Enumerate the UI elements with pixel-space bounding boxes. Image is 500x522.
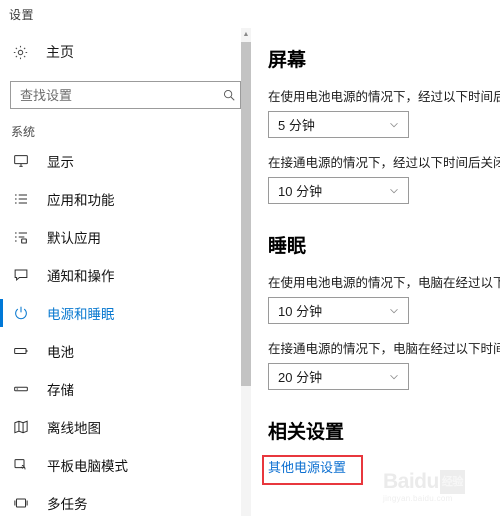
sidebar-item-battery[interactable]: 电池 (0, 332, 249, 370)
screen-battery-label: 在使用电池电源的情况下，经过以下时间后关闭 (268, 90, 500, 104)
sidebar-item-home[interactable]: 主页 (0, 35, 249, 69)
sidebar-home-label: 主页 (46, 44, 74, 60)
sidebar-item-offline-maps[interactable]: 离线地图 (0, 408, 249, 446)
screen-battery-timeout-dropdown[interactable]: 5 分钟 (268, 111, 409, 138)
section-heading-sleep: 睡眠 (268, 236, 307, 257)
gear-icon (11, 43, 30, 62)
dropdown-value: 5 分钟 (278, 118, 315, 133)
search-input[interactable] (11, 82, 218, 108)
chevron-down-icon (380, 119, 408, 131)
sidebar-item-label: 电池 (47, 345, 74, 360)
default-app-icon (11, 227, 31, 247)
screen-plugged-label: 在接通电源的情况下，经过以下时间后关闭 (268, 156, 500, 170)
search-box[interactable] (10, 81, 241, 109)
window-titlebar: 设置 (0, 0, 500, 28)
sleep-plugged-label: 在接通电源的情况下，电脑在经过以下时间后进入睡眠状态 (268, 342, 500, 356)
chevron-down-icon (380, 185, 408, 197)
storage-icon (11, 379, 31, 399)
scrollbar-thumb[interactable] (241, 42, 251, 386)
sidebar-item-label: 默认应用 (47, 231, 101, 246)
sidebar-scrollbar[interactable]: ▲ (241, 28, 251, 516)
dropdown-value: 10 分钟 (278, 304, 323, 319)
sidebar: 主页 系统 显示 (0, 28, 249, 516)
settings-shell: 主页 系统 显示 (0, 28, 500, 516)
dropdown-value: 10 分钟 (278, 184, 323, 199)
sidebar-item-tablet-mode[interactable]: 平板电脑模式 (0, 446, 249, 484)
app-list-icon (11, 189, 31, 209)
scroll-up-arrow-icon[interactable]: ▲ (241, 28, 251, 40)
section-heading-related: 相关设置 (268, 422, 345, 443)
chevron-down-icon (380, 371, 408, 383)
multitask-icon (11, 493, 31, 513)
other-power-settings-link[interactable]: 其他电源设置 (268, 457, 346, 476)
content-pane: 屏幕 在使用电池电源的情况下，经过以下时间后关闭 5 分钟 在接通电源的情况下，… (255, 28, 500, 516)
sidebar-item-default-apps[interactable]: 默认应用 (0, 218, 249, 256)
sidebar-item-label: 离线地图 (47, 421, 101, 436)
window-title: 设置 (9, 7, 35, 22)
section-related-settings: 相关设置 其他电源设置 (268, 417, 346, 477)
notification-icon (11, 265, 31, 285)
sidebar-item-label: 存储 (47, 383, 74, 398)
sidebar-item-label: 显示 (47, 155, 74, 170)
sidebar-item-display[interactable]: 显示 (0, 142, 249, 180)
sidebar-item-storage[interactable]: 存储 (0, 370, 249, 408)
sidebar-item-label: 电源和睡眠 (47, 307, 115, 322)
section-sleep: 睡眠 在使用电池电源的情况下，电脑在经过以下时间后进入睡眠状态 10 分钟 在接… (268, 231, 500, 390)
sidebar-nav-list: 显示 应用和功能 默认应用 通知和操作 电源和睡眠 电池 存储 离线地图 平板电… (0, 142, 249, 522)
search-icon[interactable] (218, 88, 240, 102)
map-icon (11, 417, 31, 437)
chevron-down-icon (380, 305, 408, 317)
tablet-icon (11, 455, 31, 475)
sidebar-item-label: 通知和操作 (47, 269, 115, 284)
sidebar-item-apps-features[interactable]: 应用和功能 (0, 180, 249, 218)
sidebar-group-title: 系统 (11, 125, 36, 139)
battery-icon (11, 341, 31, 361)
dropdown-value: 20 分钟 (278, 370, 323, 385)
sidebar-item-notifications[interactable]: 通知和操作 (0, 256, 249, 294)
sleep-plugged-timeout-dropdown[interactable]: 20 分钟 (268, 363, 409, 390)
sidebar-item-power-sleep[interactable]: 电源和睡眠 (0, 294, 249, 332)
sidebar-item-label: 平板电脑模式 (47, 459, 128, 474)
sidebar-item-multitasking[interactable]: 多任务 (0, 484, 249, 522)
sidebar-item-label: 应用和功能 (47, 193, 115, 208)
power-icon (11, 303, 31, 323)
section-heading-screen: 屏幕 (268, 50, 307, 71)
section-screen: 屏幕 在使用电池电源的情况下，经过以下时间后关闭 5 分钟 在接通电源的情况下，… (268, 45, 500, 204)
sleep-battery-timeout-dropdown[interactable]: 10 分钟 (268, 297, 409, 324)
screen-plugged-timeout-dropdown[interactable]: 10 分钟 (268, 177, 409, 204)
sidebar-item-label: 多任务 (47, 497, 88, 512)
monitor-icon (11, 151, 31, 171)
sleep-battery-label: 在使用电池电源的情况下，电脑在经过以下时间后进入睡眠状态 (268, 276, 500, 290)
